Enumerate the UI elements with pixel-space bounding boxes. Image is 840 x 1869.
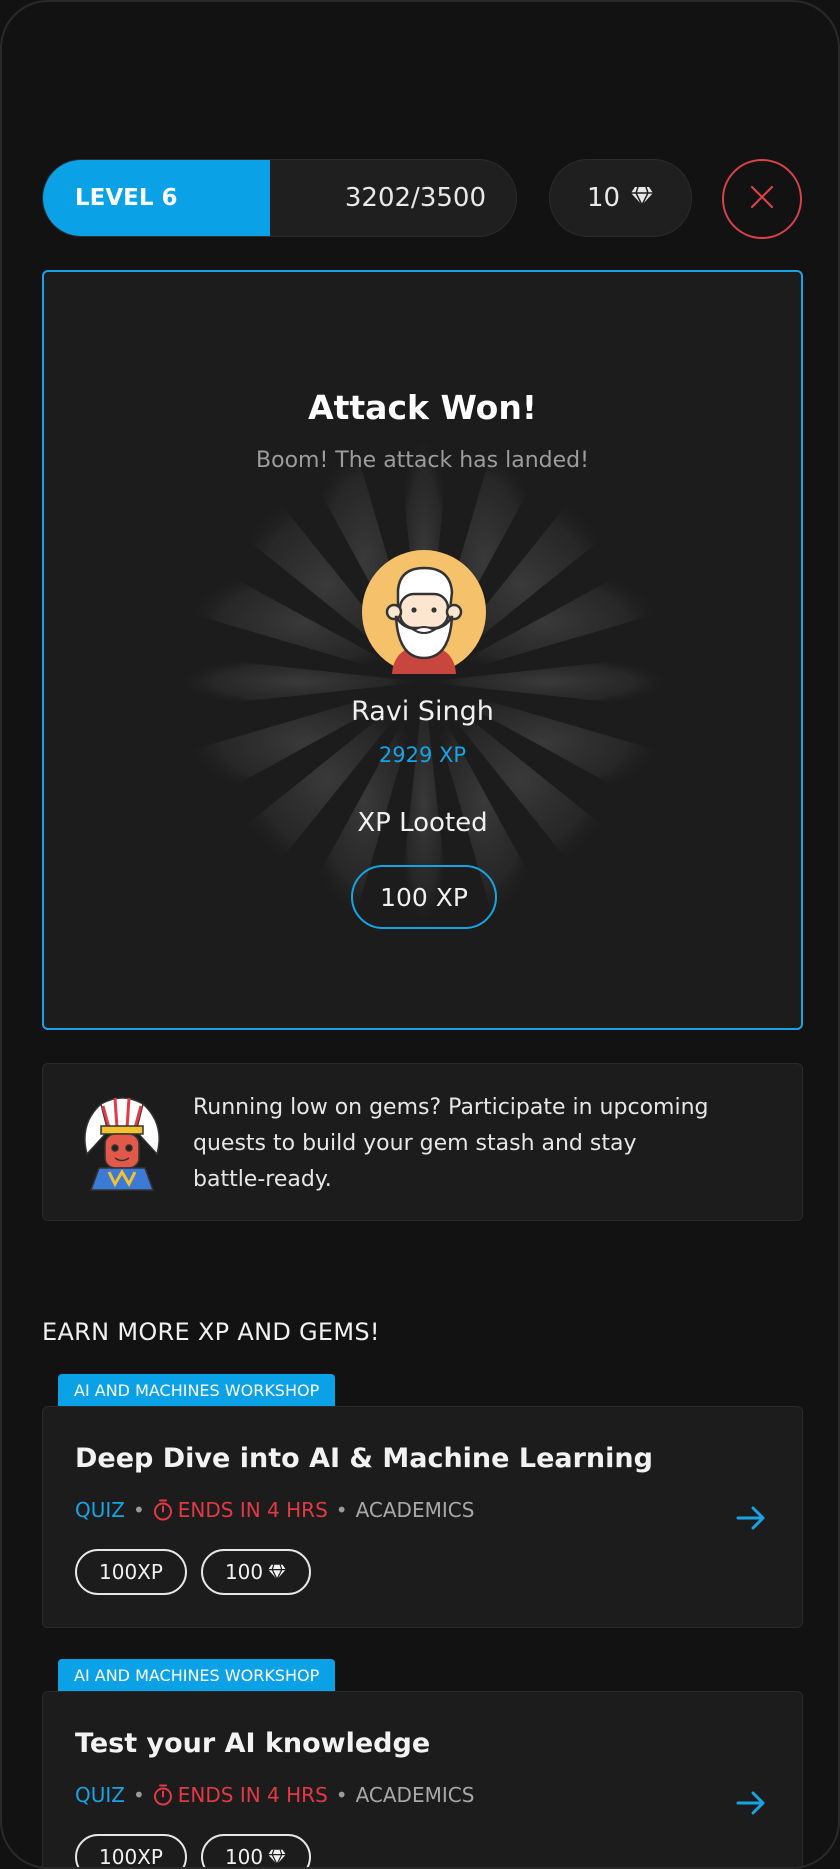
diamond-icon (268, 1564, 286, 1580)
xp-looted-label: XP Looted (357, 808, 488, 838)
gem-reward-value: 100 (224, 1845, 264, 1869)
gems-counter[interactable]: 10 (549, 159, 692, 237)
close-button[interactable] (722, 159, 802, 239)
quest-rewards: 100XP 100 (75, 1549, 312, 1595)
quest-title: Deep Dive into AI & Machine Learning (75, 1443, 653, 1474)
xp-looted-badge: 100 XP (351, 865, 497, 929)
quest-card[interactable]: Deep Dive into AI & Machine Learning QUI… (42, 1406, 803, 1628)
sunburst-rays (175, 433, 673, 931)
diamond-icon (630, 183, 654, 213)
quest-deadline: ENDS IN 4 HRS (153, 1783, 328, 1807)
xp-reward-value: 100XP (99, 1845, 163, 1869)
attack-result-card: Attack Won! Boom! The attack has landed!… (42, 270, 803, 1030)
avatar (362, 550, 486, 674)
chief-mascot-icon (84, 1097, 160, 1191)
quest-type: QUIZ (75, 1783, 125, 1807)
player-xp: 2929 XP (378, 743, 467, 767)
gem-reward-badge: 100 (200, 1834, 312, 1869)
quest-title: Test your AI knowledge (75, 1728, 431, 1759)
result-subtitle: Boom! The attack has landed! (256, 448, 589, 473)
quest-tag: AI AND MACHINES WORKSHOP (58, 1374, 336, 1406)
quest-card[interactable]: Test your AI knowledge QUIZ • ENDS IN 4 … (42, 1691, 803, 1869)
quest-category: ACADEMICS (355, 1498, 475, 1522)
separator-dot: • (335, 1498, 348, 1522)
quest-type: QUIZ (75, 1498, 125, 1522)
gem-reward-value: 100 (224, 1560, 264, 1584)
gem-reward-badge: 100 (200, 1549, 312, 1595)
quest-deadline: ENDS IN 4 HRS (153, 1498, 328, 1522)
level-progress-fill: LEVEL 6 (43, 160, 271, 236)
xp-reward-badge: 100XP (75, 1834, 187, 1869)
section-title: EARN MORE XP AND GEMS! (42, 1318, 380, 1346)
separator-dot: • (132, 1498, 145, 1522)
level-label: LEVEL 6 (75, 185, 178, 211)
close-icon (749, 184, 775, 214)
separator-dot: • (132, 1783, 145, 1807)
quest-ends-text: ENDS IN 4 HRS (177, 1783, 328, 1807)
quest-item[interactable]: AI AND MACHINES WORKSHOP Deep Dive into … (42, 1374, 803, 1628)
quest-meta: QUIZ • ENDS IN 4 HRS • ACADEMICS (75, 1498, 474, 1522)
result-title: Attack Won! (308, 388, 537, 427)
quest-rewards: 100XP 100 (75, 1834, 312, 1869)
app-screen: LEVEL 6 3202/3500 10 Attack Won! Boom! T… (0, 0, 840, 1869)
gems-tip-text: Running low on gems? Participate in upco… (193, 1095, 709, 1192)
xp-reward-value: 100XP (99, 1560, 163, 1584)
quest-ends-text: ENDS IN 4 HRS (177, 1498, 328, 1522)
quest-meta: QUIZ • ENDS IN 4 HRS • ACADEMICS (75, 1783, 474, 1807)
player-name: Ravi Singh (351, 696, 494, 727)
xp-progress-text: 3202/3500 (344, 183, 486, 213)
stopwatch-icon (153, 1499, 172, 1521)
quest-item[interactable]: AI AND MACHINES WORKSHOP Test your AI kn… (42, 1659, 803, 1869)
xp-reward-badge: 100XP (75, 1549, 187, 1595)
arrow-right-icon[interactable] (734, 1786, 768, 1820)
separator-dot: • (335, 1783, 348, 1807)
arrow-right-icon[interactable] (734, 1501, 768, 1535)
level-progress-bar: LEVEL 6 3202/3500 (42, 159, 517, 237)
gems-count: 10 (586, 183, 621, 213)
quest-category: ACADEMICS (355, 1783, 475, 1807)
xp-looted-value: 100 XP (380, 882, 468, 912)
quest-tag: AI AND MACHINES WORKSHOP (58, 1659, 336, 1691)
gems-tip-card: Running low on gems? Participate in upco… (42, 1063, 803, 1221)
stopwatch-icon (153, 1784, 172, 1806)
diamond-icon (268, 1849, 286, 1865)
